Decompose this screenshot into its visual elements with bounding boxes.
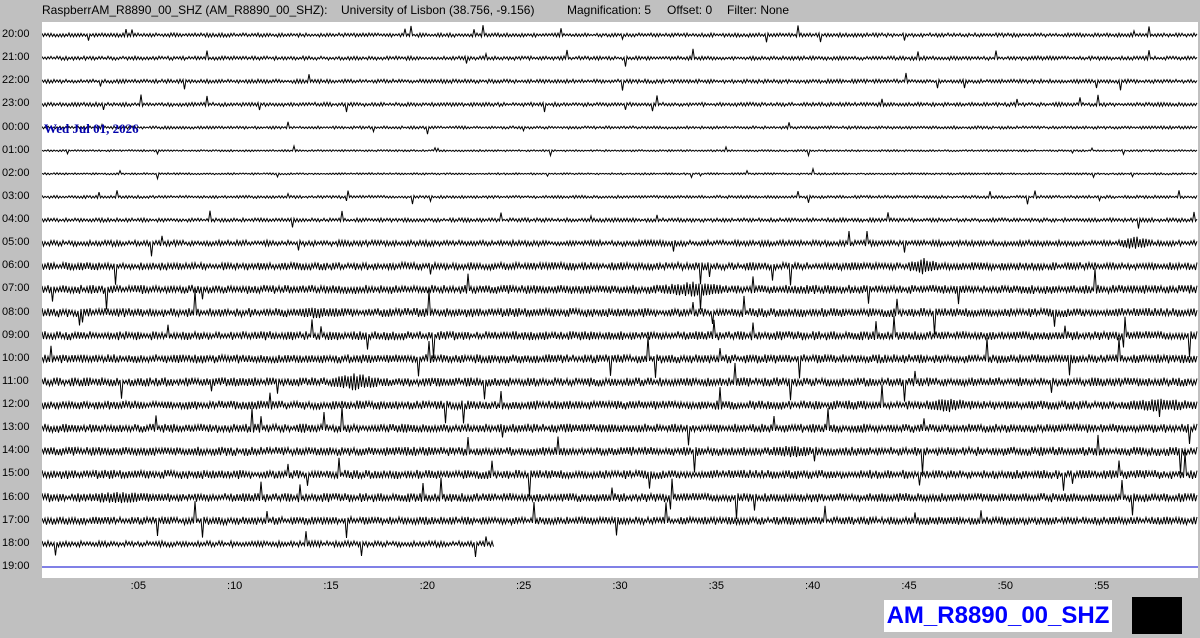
minute-tick-label: :20: [419, 580, 435, 592]
hour-label: 22:00: [2, 74, 30, 87]
hour-label: 06:00: [2, 259, 30, 272]
minute-tick-label: :55: [1094, 580, 1110, 592]
seismogram-trace: [42, 336, 1198, 379]
hour-axis: 20:00 21:00 22:00 23:00 00:00 01:00 02:00 03:00…: [0, 0, 42, 600]
corner-box: [1132, 597, 1182, 634]
hour-label: 17:00: [2, 513, 30, 526]
date-label: Wed Jul 01, 2026: [44, 121, 139, 136]
seismogram-trace: [42, 230, 1198, 257]
seismogram-trace: [42, 531, 494, 557]
hour-label: 18:00: [2, 536, 30, 549]
station-label: AM_R8890_00_SHZ: [884, 600, 1112, 632]
hour-label: 03:00: [2, 189, 30, 202]
seismogram-trace: [42, 362, 1198, 402]
helicorder-plot: [42, 22, 1198, 578]
seismogram-trace: [42, 477, 1198, 520]
seismogram-trace: [42, 452, 1198, 497]
hour-label: 15:00: [2, 467, 30, 480]
seismogram-trace: [42, 48, 1198, 67]
minute-axis: :05 :10 :15 :20 :25 :30 :35 :40 :45 :50 :55: [42, 580, 1198, 596]
seismogram-traces: [42, 25, 1198, 568]
hour-label: 12:00: [2, 398, 30, 411]
minute-tick-label: :45: [901, 580, 917, 592]
seismogram-trace: [42, 384, 1198, 424]
seismogram-trace: [42, 121, 1198, 135]
hour-label: 23:00: [2, 97, 30, 110]
seismogram-trace: [42, 406, 1198, 446]
minute-tick-label: :10: [227, 580, 243, 592]
header-bar: RaspberrAM_R8890_00_SHZ (AM_R8890_00_SHZ…: [0, 0, 1200, 20]
hour-label: 08:00: [2, 305, 30, 318]
minute-tick-label: :50: [997, 580, 1013, 592]
station-info: RaspberrAM_R8890_00_SHZ (AM_R8890_00_SHZ…: [42, 3, 328, 17]
seismogram-trace: [42, 25, 1198, 43]
hour-label: 02:00: [2, 166, 30, 179]
minute-tick-label: :35: [708, 580, 724, 592]
minute-tick-label: :05: [130, 580, 146, 592]
seismogram-trace: [42, 190, 1198, 205]
hour-label: 13:00: [2, 421, 30, 434]
hour-label: 10:00: [2, 351, 30, 364]
hour-label: 00:00: [2, 120, 30, 133]
seismogram-trace: [42, 94, 1198, 113]
minute-tick-label: :25: [516, 580, 532, 592]
filter-info: Filter: None: [727, 3, 790, 17]
seismogram-trace: [42, 72, 1198, 91]
minute-tick-label: :40: [805, 580, 821, 592]
seismogram-trace: [42, 210, 1198, 229]
seismogram-trace: [42, 501, 1198, 539]
seismogram-trace: [42, 166, 1198, 181]
location-info: University of Lisbon (38.756, -9.156): [341, 3, 535, 17]
seismogram-trace: [42, 258, 1198, 286]
hour-label: 05:00: [2, 236, 30, 249]
magnification-info: Magnification: 5: [567, 3, 652, 17]
hour-label: 21:00: [2, 51, 30, 64]
offset-info: Offset: 0: [667, 3, 713, 17]
seismogram-trace: [42, 434, 1198, 474]
hour-label: 14:00: [2, 444, 30, 457]
hour-label: 11:00: [2, 374, 29, 387]
minute-tick-label: :30: [612, 580, 628, 592]
hour-label: 19:00: [2, 559, 30, 572]
seismogram-trace: [42, 290, 1198, 335]
hour-label: 04:00: [2, 213, 30, 226]
hour-label: 09:00: [2, 328, 30, 341]
seismogram-trace: [42, 315, 1198, 359]
hour-label: 01:00: [2, 143, 30, 156]
seismogram-trace: [42, 144, 1198, 158]
seismogram-trace: [42, 268, 1198, 310]
hour-label: 07:00: [2, 282, 30, 295]
minute-tick-label: :15: [323, 580, 339, 592]
hour-label: 20:00: [2, 28, 30, 40]
hour-label: 16:00: [2, 490, 30, 503]
